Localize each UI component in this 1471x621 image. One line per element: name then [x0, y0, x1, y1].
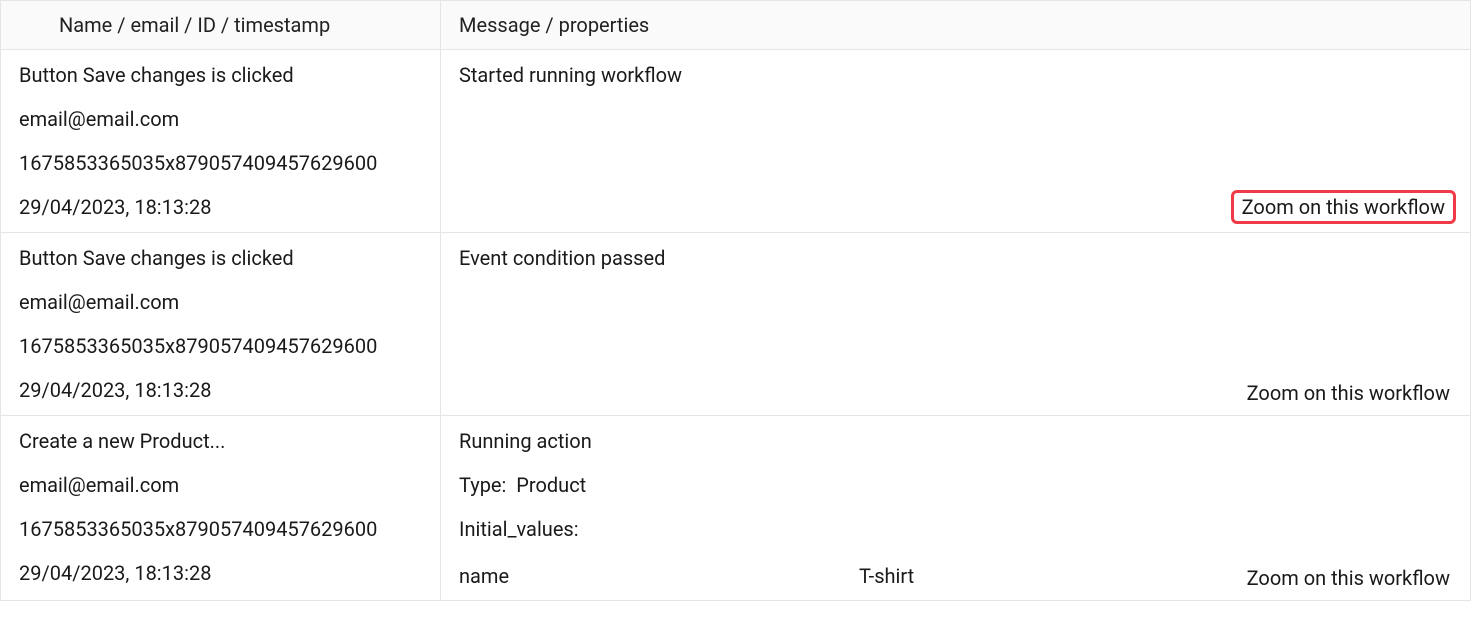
- table-header-row: Name / email / ID / timestamp Message / …: [1, 1, 1470, 50]
- header-left: Name / email / ID / timestamp: [1, 1, 441, 49]
- header-right-label: Message / properties: [459, 13, 1452, 37]
- row-message: Running action: [459, 428, 1452, 454]
- row-right: Event condition passed Zoom on this work…: [441, 233, 1470, 415]
- row-message: Event condition passed: [459, 245, 1452, 271]
- row-initvals-label: Initial_values:: [459, 516, 1452, 542]
- row-timestamp: 29/04/2023, 18:13:28: [19, 194, 422, 220]
- table-row: Button Save changes is clicked email@ema…: [1, 50, 1470, 233]
- table-row: Create a new Product... email@email.com …: [1, 416, 1470, 600]
- row-right: Started running workflow Zoom on this wo…: [441, 50, 1470, 232]
- row-left: Button Save changes is clicked email@ema…: [1, 233, 441, 415]
- row-email: email@email.com: [19, 289, 422, 315]
- row-right: Running action Type: Product Initial_val…: [441, 416, 1470, 600]
- row-name: Create a new Product...: [19, 428, 422, 454]
- row-email: email@email.com: [19, 472, 422, 498]
- row-type: Type: Product: [459, 472, 1452, 498]
- header-left-label: Name / email / ID / timestamp: [59, 13, 422, 37]
- zoom-workflow-link[interactable]: Zoom on this workflow: [1241, 564, 1456, 592]
- kv-key: name: [459, 564, 859, 588]
- row-id: 1675853365035x879057409457629600: [19, 333, 422, 359]
- row-email: email@email.com: [19, 106, 422, 132]
- zoom-workflow-link[interactable]: Zoom on this workflow: [1241, 379, 1456, 407]
- row-id: 1675853365035x879057409457629600: [19, 516, 422, 542]
- row-timestamp: 29/04/2023, 18:13:28: [19, 560, 422, 586]
- row-left: Button Save changes is clicked email@ema…: [1, 50, 441, 232]
- row-left: Create a new Product... email@email.com …: [1, 416, 441, 600]
- header-right: Message / properties: [441, 1, 1470, 49]
- row-message: Started running workflow: [459, 62, 1452, 88]
- row-timestamp: 29/04/2023, 18:13:28: [19, 377, 422, 403]
- type-value: Product: [516, 473, 586, 497]
- row-name: Button Save changes is clicked: [19, 245, 422, 271]
- type-label: Type:: [459, 473, 506, 497]
- row-name: Button Save changes is clicked: [19, 62, 422, 88]
- zoom-workflow-link[interactable]: Zoom on this workflow: [1231, 190, 1456, 224]
- row-id: 1675853365035x879057409457629600: [19, 150, 422, 176]
- table-row: Button Save changes is clicked email@ema…: [1, 233, 1470, 416]
- log-table: Name / email / ID / timestamp Message / …: [0, 0, 1471, 601]
